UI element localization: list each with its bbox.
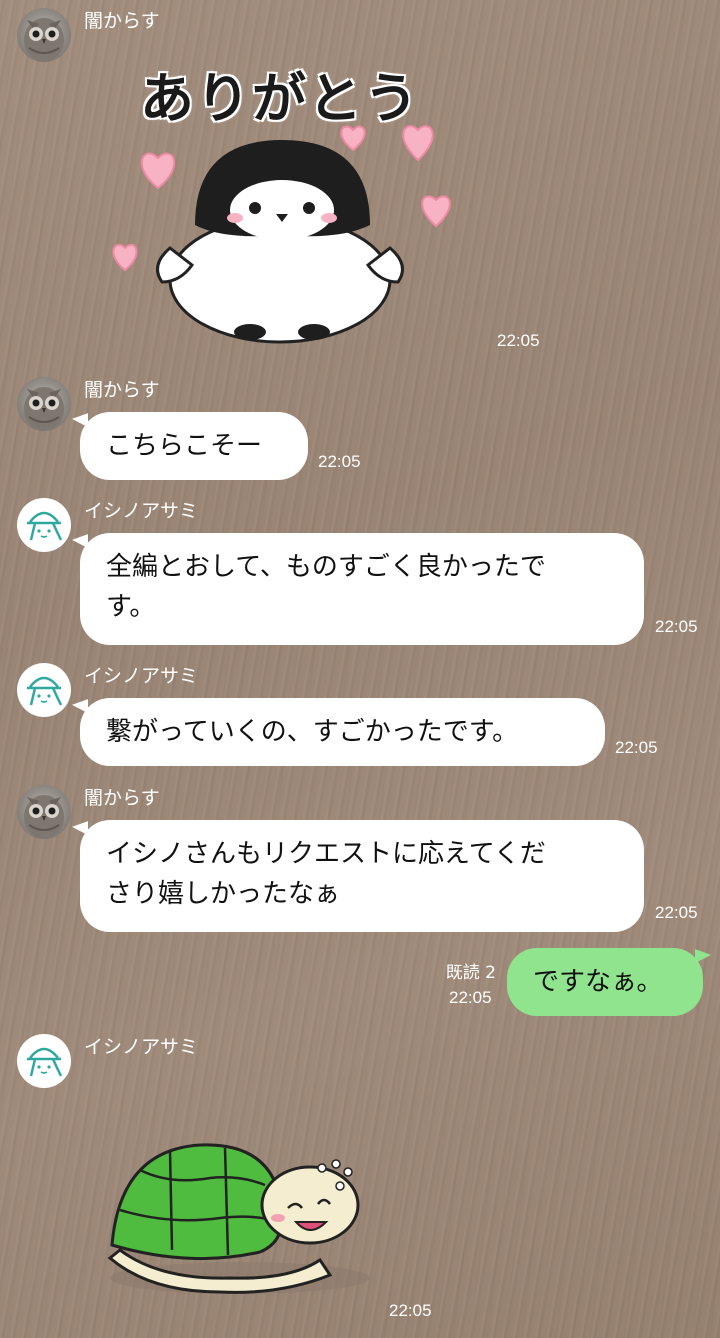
message-bubble[interactable]: こちらこそー bbox=[80, 412, 308, 480]
turtle-sticker-icon bbox=[107, 1143, 370, 1294]
avatar-yamikarasu[interactable] bbox=[17, 377, 71, 431]
message-text-line: イシノさんもリクエストに応えてくだ bbox=[106, 839, 546, 869]
message-bubble[interactable]: 全編とおして、ものすごく良かったで す。 bbox=[80, 533, 644, 645]
avatar-ishino[interactable] bbox=[17, 498, 71, 552]
avatar-yamikarasu[interactable] bbox=[17, 785, 71, 839]
sender-name: イシノアサミ bbox=[84, 1036, 199, 1058]
ishino-avatar-icon bbox=[27, 1047, 63, 1077]
message-text-line: す。 bbox=[106, 592, 156, 622]
avatar-ishino[interactable] bbox=[17, 1034, 71, 1088]
avatar-yamikarasu[interactable] bbox=[17, 8, 71, 62]
message-text: こちらこそー bbox=[106, 431, 263, 461]
message-bubble[interactable]: イシノさんもリクエストに応えてくだ さり嬉しかったなぁ bbox=[80, 820, 644, 932]
ishino-avatar-icon bbox=[27, 511, 63, 541]
owl-avatar-icon bbox=[24, 18, 64, 62]
message-text-line: 全編とおして、ものすごく良かったで bbox=[106, 552, 546, 582]
sender-name: 闇からす bbox=[84, 787, 160, 809]
message-time: 22:05 bbox=[318, 452, 361, 471]
message-time: 22:05 bbox=[449, 988, 492, 1007]
ishino-avatar-icon bbox=[27, 676, 63, 706]
message-time: 22:05 bbox=[497, 331, 540, 350]
message-bubble-outgoing[interactable]: ですなぁ。 bbox=[507, 948, 703, 1016]
avatar-ishino[interactable] bbox=[17, 663, 71, 717]
sender-name: 闇からす bbox=[84, 379, 160, 401]
message-time: 22:05 bbox=[389, 1301, 432, 1320]
penguin-hearts-icon bbox=[112, 125, 451, 344]
message-text: 繋がっていくの、すごかったです。 bbox=[106, 717, 519, 747]
sender-name: イシノアサミ bbox=[84, 665, 199, 687]
message-bubble[interactable]: 繋がっていくの、すごかったです。 bbox=[80, 698, 605, 766]
message-text-line: さり嬉しかったなぁ bbox=[106, 879, 341, 909]
read-receipt: 既読 2 bbox=[445, 963, 496, 983]
owl-avatar-icon bbox=[24, 387, 64, 431]
message-text: ですなぁ。 bbox=[533, 967, 663, 997]
owl-avatar-icon bbox=[24, 795, 64, 839]
sender-name: 闇からす bbox=[84, 10, 160, 32]
message-time: 22:05 bbox=[615, 738, 658, 757]
sender-name: イシノアサミ bbox=[84, 500, 199, 522]
sticker-penguin[interactable]: ありがとう bbox=[100, 50, 470, 350]
message-time: 22:05 bbox=[655, 617, 698, 636]
message-time: 22:05 bbox=[655, 903, 698, 922]
sticker-turtle[interactable] bbox=[100, 1130, 380, 1300]
